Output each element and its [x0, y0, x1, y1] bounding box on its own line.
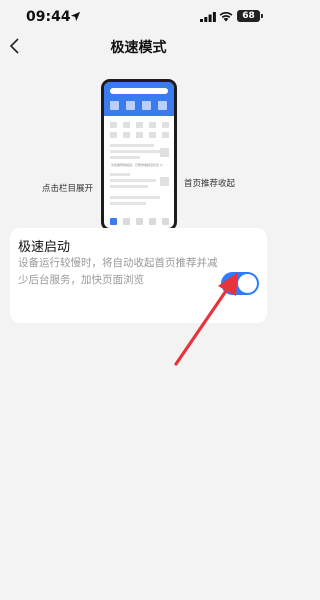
setting-description: 设备运行较慢时，将自动收起首页推荐并减少后台服务，加快页面浏览: [18, 257, 218, 286]
status-bar: 09:44 68: [0, 0, 277, 34]
setting-title: 极速启动: [18, 240, 71, 255]
nav-bar: 极速模式: [0, 34, 277, 58]
illustration-left-label: 点击栏目展开: [42, 184, 94, 194]
battery-level: 68: [242, 11, 255, 21]
phone-search-bar: [110, 88, 168, 94]
toggle-knob: [238, 274, 257, 293]
fast-start-toggle[interactable]: [221, 272, 259, 295]
phone-mockup: 为您推荐的频道，已帮你收起该栏目 ◎: [101, 79, 177, 231]
status-time: 09:44: [26, 9, 71, 25]
mode-illustration: 点击栏目展开 首页推荐收起 为您推荐的频道，已帮你收起该栏目 ◎: [0, 70, 277, 240]
page-title: 极速模式: [110, 40, 167, 56]
location-arrow-icon: [70, 11, 81, 22]
phone-caption: 为您推荐的频道，已帮你收起该栏目 ◎: [111, 163, 163, 167]
battery-icon: 68: [237, 10, 263, 22]
phone-tab-active: [110, 218, 117, 225]
wifi-icon: [219, 12, 233, 22]
signal-icon: [200, 12, 216, 22]
fast-start-setting-card: 极速启动 设备运行较慢时，将自动收起首页推荐并减少后台服务，加快页面浏览: [10, 228, 267, 323]
phone-header: [104, 82, 174, 116]
illustration-right-label: 首页推荐收起: [184, 179, 236, 189]
